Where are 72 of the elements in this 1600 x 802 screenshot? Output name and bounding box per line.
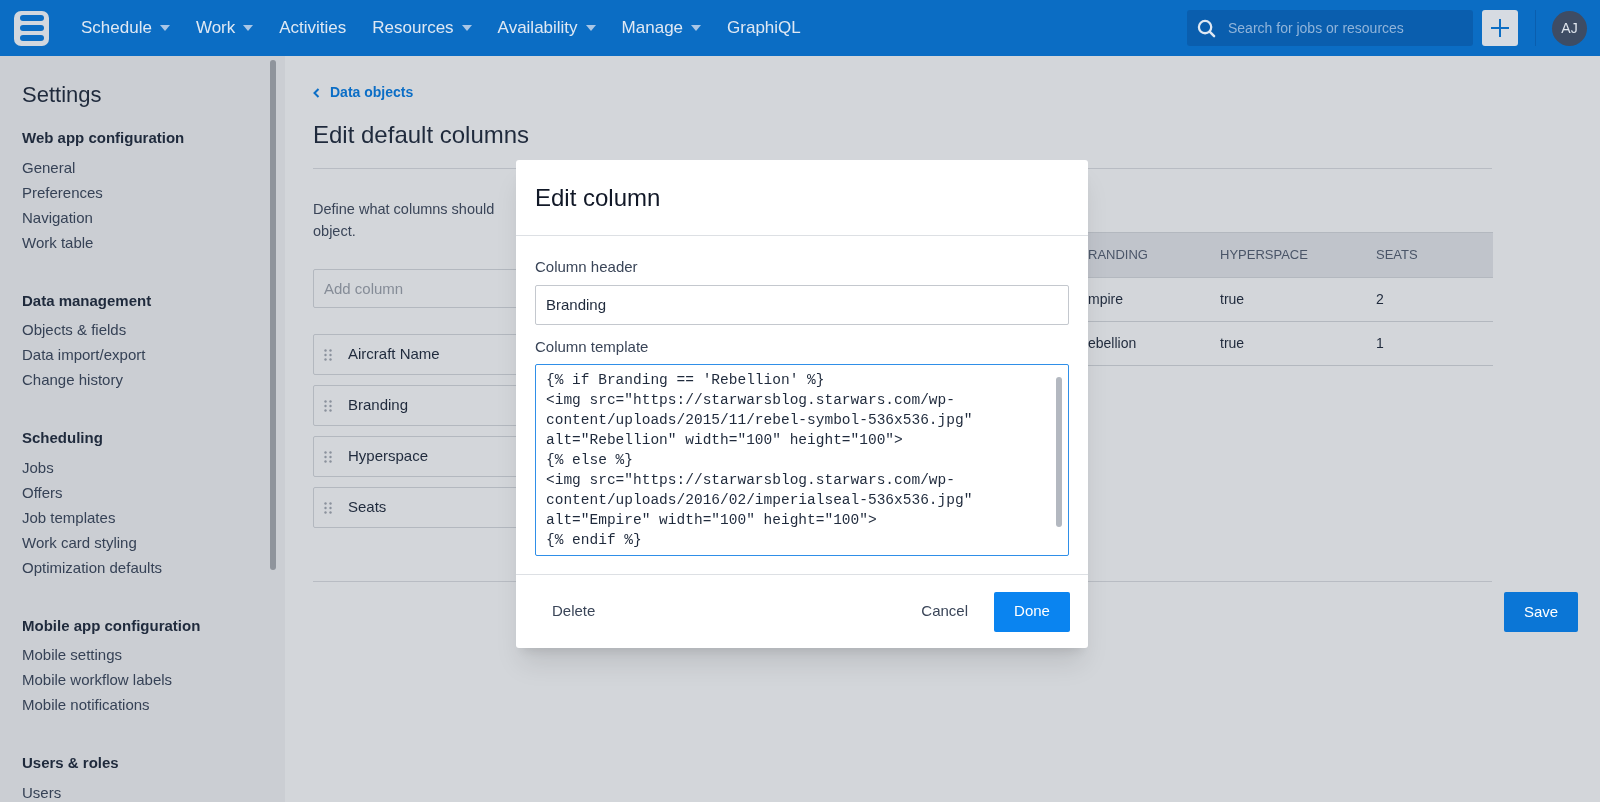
table-cell-text: ebellion xyxy=(1087,334,1138,353)
section-heading: Scheduling xyxy=(22,428,104,448)
dialog-button[interactable]: Cancel xyxy=(903,591,986,632)
add-button[interactable] xyxy=(1482,10,1518,46)
template-field[interactable]: {% if Branding == 'Rebellion' %} <img src="https://starwarsblog.starwars.com/wp- content/uploads/2015/11/rebel-symbol-536x536.jpg" alt="Rebellion" width="100" height="100"> {% else %} <img src="https://starwarsblog.starwars.com/wp- content/uploads/2016/02/imperialseal-536x536.jpg" alt="Empire" width="100" height="100"> {% endif %} xyxy=(535,364,1069,556)
table-cell-text: mpire xyxy=(1087,290,1124,309)
sidebar-item[interactable]: Mobile settings xyxy=(22,642,285,667)
drag-handle-icon xyxy=(324,450,332,463)
section-heading: Data management xyxy=(22,290,153,311)
sidebar-item[interactable]: Objects & fields xyxy=(22,317,285,342)
sidebar-item[interactable]: Users xyxy=(22,779,285,802)
nav-menu-item[interactable]: Activities xyxy=(279,15,347,41)
drag-handle-icon xyxy=(324,399,332,412)
sidebar-item[interactable]: Job templates xyxy=(22,504,285,530)
scrollbar-thumb[interactable] xyxy=(270,60,276,570)
dialog-button[interactable]: Done xyxy=(994,591,1070,632)
section-heading: Mobile app configuration xyxy=(22,615,202,636)
sidebar-item[interactable]: Offers xyxy=(22,479,285,505)
section-heading: Web app configuration xyxy=(22,128,186,148)
description-text: object. xyxy=(313,222,357,241)
column-header: HYPERSPACE xyxy=(1220,246,1309,265)
sidebar-item[interactable]: Navigation xyxy=(22,204,285,230)
nav-menu-item[interactable]: Availability xyxy=(497,15,596,41)
nav-menu-item[interactable]: Work xyxy=(195,15,254,41)
sidebar-item[interactable]: Mobile workflow labels xyxy=(22,667,285,692)
column-header: RANDING xyxy=(1087,246,1149,265)
caret-icon xyxy=(243,25,254,31)
table-cell-text: true xyxy=(1220,290,1246,309)
save-button[interactable]: Save xyxy=(1504,592,1578,632)
sidebar-item[interactable]: Work card styling xyxy=(22,529,285,555)
column-name: Aircraft Name xyxy=(348,344,440,365)
sidebar-title: Settings xyxy=(22,81,103,109)
sidebar-item[interactable]: Mobile notifications xyxy=(22,692,285,717)
caret-icon xyxy=(691,25,702,31)
plus-icon xyxy=(1490,18,1510,38)
search-icon xyxy=(1197,19,1216,38)
nav-menu-item[interactable]: Resources xyxy=(372,15,472,41)
drag-handle-icon xyxy=(324,501,332,514)
section-heading: Users & roles xyxy=(22,753,120,773)
column-name: Branding xyxy=(348,395,409,416)
caret-icon xyxy=(159,25,170,31)
nav-menu-item[interactable]: Manage xyxy=(621,15,702,41)
user-avatar[interactable]: AJ xyxy=(1552,10,1587,46)
sidebar-item[interactable]: Optimization defaults xyxy=(22,554,285,580)
dialog-title: Edit column xyxy=(516,160,1088,236)
description-text: Define what columns should xyxy=(313,200,496,219)
column-name: Seats xyxy=(348,497,387,518)
sidebar-item[interactable]: Jobs xyxy=(22,454,285,480)
table-cell-text: 1 xyxy=(1376,334,1385,353)
column-header: SEATS xyxy=(1376,246,1419,265)
nav-menu-item[interactable]: Schedule xyxy=(81,15,170,41)
drag-handle-icon xyxy=(324,348,332,361)
column-name: Hyperspace xyxy=(348,446,429,467)
page-title: Edit default columns xyxy=(313,120,531,150)
nav-menu-item[interactable]: GraphiQL xyxy=(727,15,801,41)
sidebar-item[interactable]: Change history xyxy=(22,367,285,392)
search-field[interactable]: Search for jobs or resources xyxy=(1187,10,1473,46)
dialog-button[interactable]: Delete xyxy=(534,591,614,632)
field-label: Column template xyxy=(535,336,650,357)
app-logo[interactable] xyxy=(14,10,49,46)
caret-icon xyxy=(585,25,596,31)
sidebar-item[interactable]: Preferences xyxy=(22,179,285,205)
sidebar-item[interactable]: Work table xyxy=(22,229,285,255)
field-label: Column header xyxy=(535,257,639,277)
caret-icon xyxy=(461,25,472,31)
back-link[interactable]: Data objects xyxy=(313,82,1578,103)
chevron-left-icon xyxy=(313,87,320,98)
column-header-field[interactable]: Branding xyxy=(535,284,1069,325)
sidebar-item[interactable]: Data import/export xyxy=(22,342,285,367)
sidebar-item[interactable]: General xyxy=(22,154,285,180)
table-cell-text: true xyxy=(1220,334,1246,353)
table-cell-text: 2 xyxy=(1376,290,1385,309)
